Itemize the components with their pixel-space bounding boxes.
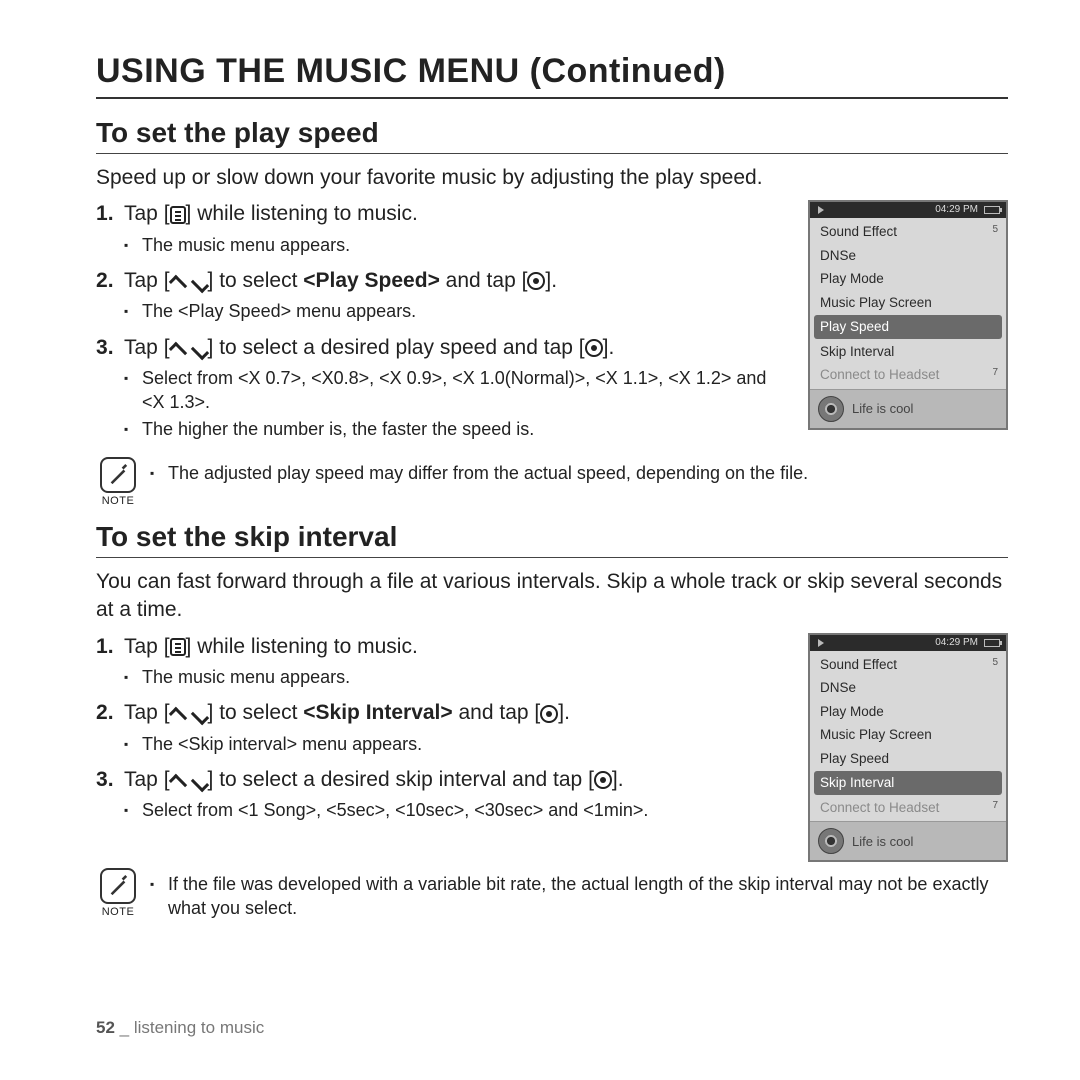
battery-icon — [984, 639, 1000, 647]
device-menu-item: Play Speed — [810, 747, 1006, 771]
device-menu: Sound Effect5 DNSe Play Mode Music Play … — [810, 651, 1006, 822]
device-screenshot-2: 04:29 PM Sound Effect5 DNSe Play Mode Mu… — [808, 633, 1008, 863]
device-footer: Life is cool — [810, 389, 1006, 428]
cd-icon — [818, 396, 844, 422]
device-footer-text: Life is cool — [852, 402, 913, 415]
play-indicator-icon — [818, 206, 824, 214]
device-menu-item-selected: Skip Interval — [814, 771, 1002, 795]
device-menu-item: Play Mode — [810, 700, 1006, 724]
substep: The <Skip interval> menu appears. — [124, 732, 790, 756]
substep: The music menu appears. — [124, 665, 790, 689]
device-menu-item-selected: Play Speed — [814, 315, 1002, 339]
device-menu-item: DNSe — [810, 676, 1006, 700]
select-icon — [594, 771, 612, 789]
cd-icon — [818, 828, 844, 854]
device-menu: Sound Effect5 DNSe Play Mode Music Play … — [810, 218, 1006, 389]
note-label: NOTE — [102, 906, 135, 918]
substep: Select from <X 0.7>, <X0.8>, <X 0.9>, <X… — [124, 366, 790, 415]
note-text: The adjusted play speed may differ from … — [150, 461, 808, 485]
note-icon — [100, 457, 136, 493]
substep: Select from <1 Song>, <5sec>, <10sec>, <… — [124, 798, 790, 822]
device-statusbar: 04:29 PM — [810, 202, 1006, 218]
substep: The higher the number is, the faster the… — [124, 417, 790, 441]
section2-title: To set the skip interval — [96, 521, 1008, 558]
play-indicator-icon — [818, 639, 824, 647]
section2-note: NOTE If the file was developed with a va… — [96, 868, 1008, 923]
section1-steps: Tap [] while listening to music. The mus… — [96, 200, 790, 441]
device-screenshot-1: 04:29 PM Sound Effect5 DNSe Play Mode Mu… — [808, 200, 1008, 430]
note-icon — [100, 868, 136, 904]
device-menu-item: Play Mode — [810, 267, 1006, 291]
note-label: NOTE — [102, 495, 135, 507]
note-text: If the file was developed with a variabl… — [150, 872, 1008, 921]
device-footer-text: Life is cool — [852, 835, 913, 848]
select-icon — [527, 272, 545, 290]
section1-note: NOTE The adjusted play speed may differ … — [96, 457, 1008, 507]
section1-title: To set the play speed — [96, 117, 1008, 154]
section2-steps: Tap [] while listening to music. The mus… — [96, 633, 790, 823]
menu-icon — [170, 638, 186, 656]
up-down-icon — [170, 346, 208, 356]
device-menu-item: DNSe — [810, 244, 1006, 268]
device-menu-item: Music Play Screen — [810, 291, 1006, 315]
select-icon — [585, 339, 603, 357]
device-footer: Life is cool — [810, 821, 1006, 860]
menu-icon — [170, 206, 186, 224]
device-time: 04:29 PM — [935, 205, 978, 215]
up-down-icon — [170, 778, 208, 788]
chapter-name: listening to music — [134, 1018, 264, 1037]
device-menu-item: Music Play Screen — [810, 723, 1006, 747]
device-menu-item: Sound Effect5 — [810, 220, 1006, 244]
page-title: USING THE MUSIC MENU (Continued) — [96, 52, 1008, 99]
page-number: 52 — [96, 1018, 115, 1037]
section1-intro: Speed up or slow down your favorite musi… — [96, 164, 1008, 192]
device-menu-item: Connect to Headset7 — [810, 796, 1006, 820]
up-down-icon — [170, 279, 208, 289]
device-menu-item: Connect to Headset7 — [810, 363, 1006, 387]
up-down-icon — [170, 711, 208, 721]
battery-icon — [984, 206, 1000, 214]
select-icon — [540, 705, 558, 723]
substep: The <Play Speed> menu appears. — [124, 299, 790, 323]
device-statusbar: 04:29 PM — [810, 635, 1006, 651]
substep: The music menu appears. — [124, 233, 790, 257]
device-time: 04:29 PM — [935, 638, 978, 648]
device-menu-item: Sound Effect5 — [810, 653, 1006, 677]
section2-intro: You can fast forward through a file at v… — [96, 568, 1008, 625]
device-menu-item: Skip Interval — [810, 340, 1006, 364]
page-footer: 52 _ listening to music — [96, 1018, 264, 1038]
